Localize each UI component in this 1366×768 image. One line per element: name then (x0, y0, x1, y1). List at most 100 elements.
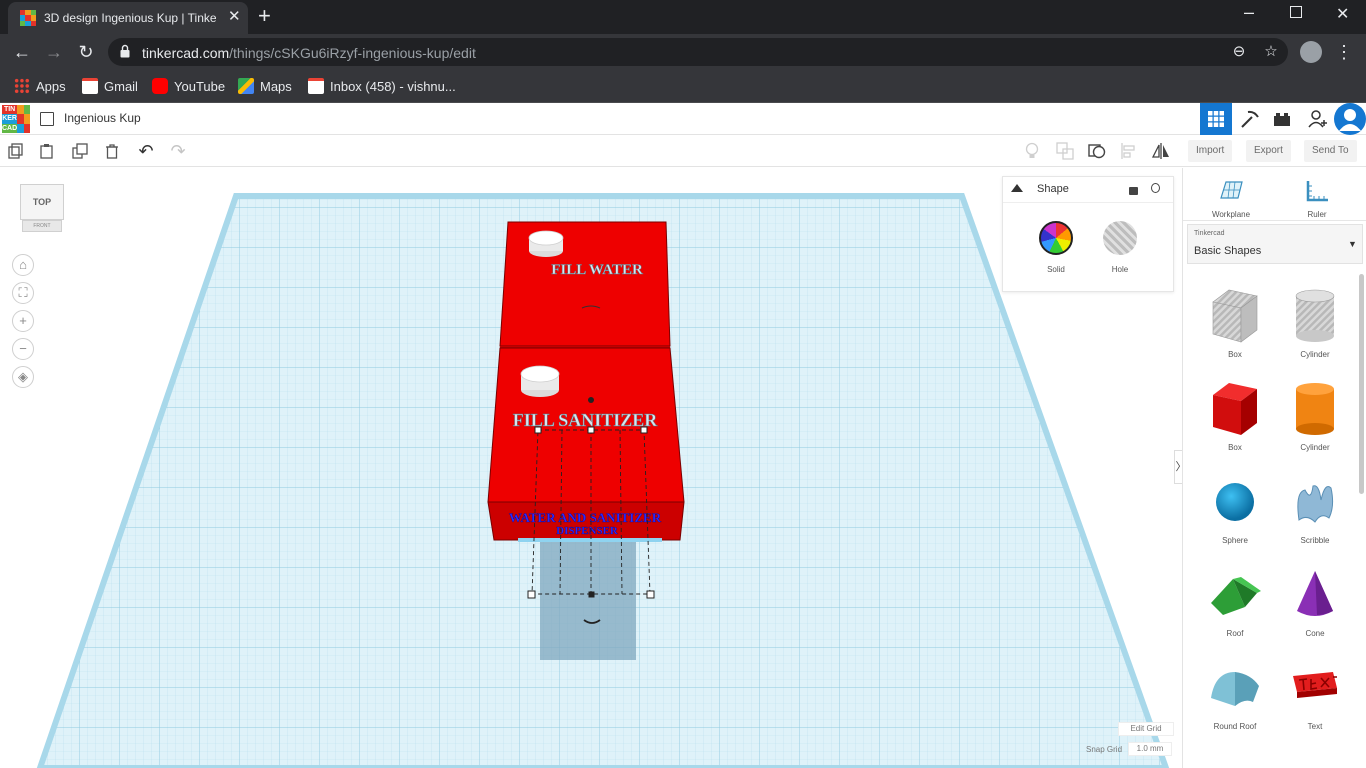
reload-icon[interactable]: ↻ (74, 40, 98, 64)
copy-icon[interactable] (6, 141, 26, 161)
tinkercad-logo[interactable]: TIN KER CAD (2, 105, 30, 133)
model-top-box[interactable] (499, 221, 671, 347)
shape-text[interactable]: Text (1285, 658, 1345, 740)
text-shape-icon (1293, 672, 1337, 698)
round-roof-icon (1211, 672, 1259, 706)
view-cube-front[interactable]: FRONT (22, 220, 62, 232)
maps-icon (238, 78, 254, 94)
shape-label: Cylinder (1300, 443, 1330, 452)
snap-grid-select[interactable]: 1.0 mm (1128, 742, 1172, 756)
ungroup-icon[interactable] (1087, 141, 1107, 161)
design-list-icon[interactable] (40, 112, 54, 126)
design-name[interactable]: Ingenious Kup (64, 111, 141, 125)
group-icon[interactable] (1055, 141, 1075, 161)
lightbulb-icon[interactable] (1022, 141, 1042, 161)
menu-dots-icon[interactable]: ⋮ (1332, 40, 1356, 64)
shape-box-hole[interactable]: Box (1205, 286, 1265, 368)
browser-tab[interactable]: 3D design Ingenious Kup | Tinker ✕ (8, 2, 248, 34)
duplicate-icon[interactable] (70, 141, 90, 161)
close-tab-icon[interactable]: ✕ (228, 8, 241, 26)
shapes-panel: Workplane Ruler Tinkercad Basic Shapes ▼… (1182, 168, 1366, 768)
shape-sphere[interactable]: Sphere (1205, 472, 1265, 554)
user-avatar[interactable] (1334, 103, 1366, 135)
view-cube-top[interactable]: TOP (20, 184, 64, 220)
zoom-icon[interactable]: ⊖ (1230, 43, 1248, 61)
shape-cylinder-hole[interactable]: Cylinder (1285, 286, 1345, 368)
shape-label: Cone (1305, 629, 1325, 638)
snap-grid-label: Snap Grid (1086, 745, 1123, 754)
hole-button[interactable] (1103, 221, 1137, 255)
blocks-button[interactable] (1234, 103, 1266, 135)
shape-round-roof[interactable]: Round Roof (1205, 658, 1265, 740)
lock-icon (120, 44, 130, 58)
import-button[interactable]: Import (1188, 140, 1233, 162)
shape-inspector-header (1003, 177, 1173, 203)
bookmark-label: YouTube (174, 78, 226, 94)
shape-roof[interactable]: Roof (1205, 565, 1265, 647)
fit-view-icon[interactable]: ⛶ (12, 282, 34, 304)
bookmark-label: Maps (260, 78, 292, 94)
logo-letter: CAD (2, 123, 18, 133)
bookmark-apps[interactable]: Apps (14, 77, 66, 95)
lightbulb-icon[interactable] (1151, 183, 1160, 193)
tab-title: 3D design Ingenious Kup | Tinker (44, 11, 216, 25)
cone-icon (1297, 571, 1333, 616)
apps-grid-icon (14, 78, 30, 94)
export-button[interactable]: Export (1246, 140, 1291, 162)
bookmark-maps[interactable]: Maps (238, 77, 292, 95)
shape-label: Box (1228, 350, 1242, 359)
bookmark-inbox[interactable]: Inbox (458) - vishnu... (308, 77, 456, 95)
collapse-caret-icon[interactable] (1011, 184, 1023, 192)
cylinder-hole-icon (1295, 289, 1335, 342)
url-omnibox[interactable]: tinkercad.com/things/cSKGu6iRzyf-ingenio… (108, 38, 1288, 66)
shapes-scrollbar[interactable] (1359, 274, 1364, 494)
library-source: Tinkercad (1194, 230, 1225, 237)
workplane-tool[interactable]: Workplane (1201, 176, 1261, 220)
grid-view-icon (1208, 111, 1224, 127)
solid-color-button[interactable] (1039, 221, 1073, 255)
edit-grid-button[interactable]: Edit Grid (1118, 722, 1174, 736)
browser-tab-strip: 3D design Ingenious Kup | Tinker ✕ + – ✕ (0, 0, 1366, 34)
new-tab-icon[interactable]: + (258, 4, 271, 28)
align-icon[interactable] (1119, 141, 1139, 161)
minimize-icon[interactable]: – (1244, 2, 1254, 23)
home-view-icon[interactable]: ⌂ (12, 254, 34, 276)
profile-avatar[interactable] (1300, 41, 1322, 63)
paste-icon[interactable] (37, 141, 57, 161)
ruler-tool[interactable]: Ruler (1287, 176, 1347, 220)
undo-icon[interactable]: ↶ (136, 141, 156, 161)
chevron-down-icon: ▼ (1348, 239, 1357, 249)
sphere-icon (1216, 483, 1254, 521)
zoom-in-icon[interactable]: + (12, 310, 34, 332)
gmail-icon (82, 78, 98, 94)
bookmark-youtube[interactable]: YouTube (152, 77, 225, 95)
forward-icon[interactable]: → (42, 40, 66, 64)
redo-icon[interactable]: ↷ (168, 141, 188, 161)
3d-view-button[interactable] (1200, 103, 1232, 135)
perspective-icon[interactable]: ◈ (12, 366, 34, 388)
mirror-icon[interactable] (1151, 141, 1171, 161)
bookmark-star-icon[interactable]: ☆ (1262, 43, 1280, 61)
lego-button[interactable] (1266, 103, 1298, 135)
zoom-out-icon[interactable]: − (12, 338, 34, 360)
bookmarks-bar: Apps Gmail YouTube Maps Inbox (458) - vi… (0, 70, 1366, 103)
delete-icon[interactable] (102, 141, 122, 161)
shape-scribble[interactable]: Scribble (1285, 472, 1345, 554)
add-user-icon (1308, 110, 1327, 128)
window-close-icon[interactable]: ✕ (1336, 4, 1349, 24)
invite-user-button[interactable] (1302, 103, 1334, 135)
shape-box[interactable]: Box (1205, 379, 1265, 461)
box-hole-icon (1212, 289, 1258, 343)
edit-toolbar: ↶ ↷ Import Export Send To (0, 135, 1366, 167)
bookmark-gmail[interactable]: Gmail (82, 77, 138, 95)
shape-cone[interactable]: Cone (1285, 565, 1345, 647)
height-handle[interactable] (588, 397, 594, 403)
restore-icon[interactable] (1290, 6, 1302, 18)
lock-icon[interactable] (1129, 187, 1138, 195)
send-to-button[interactable]: Send To (1304, 140, 1357, 162)
shape-cylinder[interactable]: Cylinder (1285, 379, 1345, 461)
view-cube[interactable]: TOP FRONT (20, 184, 64, 232)
3d-viewport[interactable]: FILL WATER FILL SANITIZER WATER AND SANI… (0, 168, 1182, 768)
back-icon[interactable]: ← (10, 40, 34, 64)
shape-library-select[interactable]: Tinkercad Basic Shapes ▼ (1187, 224, 1363, 264)
